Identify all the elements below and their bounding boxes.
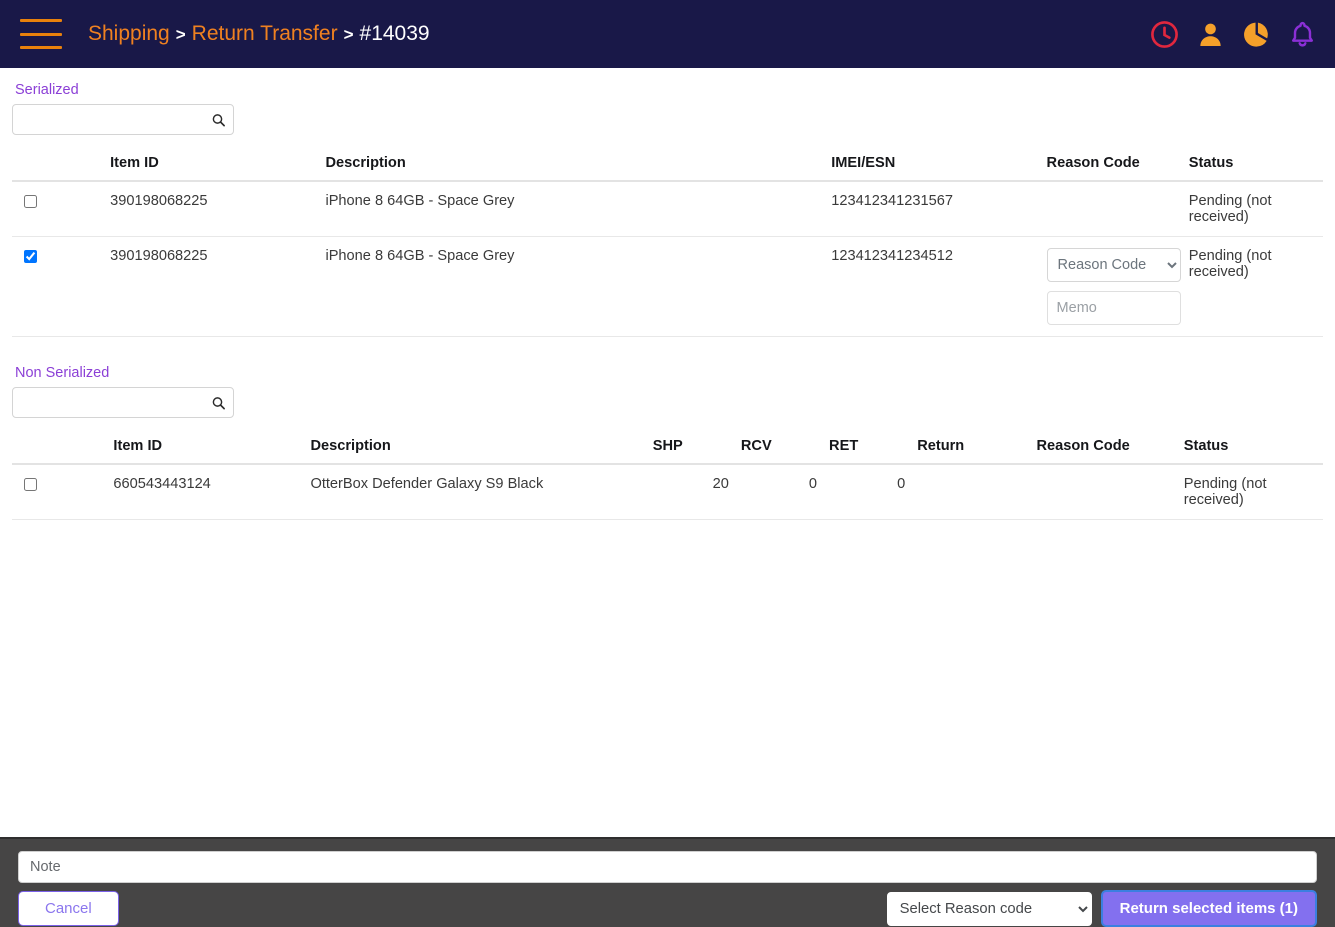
breadcrumb-current-id: #14039 bbox=[359, 22, 430, 45]
bell-icon[interactable] bbox=[1288, 20, 1317, 49]
row-item-id: 660543443124 bbox=[107, 464, 305, 520]
row-checkbox-cell bbox=[12, 236, 105, 337]
serialized-row-checkbox[interactable] bbox=[24, 195, 37, 208]
breadcrumb-separator: > bbox=[175, 25, 186, 44]
serialized-table: Item ID Description IMEI/ESN Reason Code… bbox=[12, 151, 1323, 337]
col-status: Status bbox=[1182, 151, 1323, 182]
row-return bbox=[911, 464, 1031, 520]
row-shp: 20 bbox=[646, 464, 735, 520]
row-reason-code bbox=[1030, 464, 1178, 520]
breadcrumb-item-return-transfer[interactable]: Return Transfer bbox=[192, 22, 338, 46]
row-checkbox-cell bbox=[12, 181, 105, 237]
table-row: 660543443124 OtterBox Defender Galaxy S9… bbox=[12, 464, 1323, 520]
pie-chart-icon[interactable] bbox=[1242, 20, 1271, 49]
breadcrumb-item-shipping[interactable]: Shipping bbox=[88, 22, 170, 46]
serialized-table-header-row: Item ID Description IMEI/ESN Reason Code… bbox=[12, 151, 1323, 182]
row-item-id: 390198068225 bbox=[104, 236, 320, 337]
non-serialized-table-header-row: Item ID Description SHP RCV RET Return R… bbox=[12, 434, 1323, 465]
note-input[interactable] bbox=[18, 851, 1317, 883]
row-ret: 0 bbox=[823, 464, 912, 520]
footer-reason-code-select[interactable]: Select Reason code bbox=[886, 891, 1092, 926]
non-serialized-search-input[interactable] bbox=[12, 387, 234, 418]
row-imei: 123412341234512 bbox=[825, 236, 1041, 337]
non-serialized-table: Item ID Description SHP RCV RET Return R… bbox=[12, 434, 1323, 520]
hamburger-menu-icon[interactable] bbox=[20, 19, 62, 49]
footer-button-row: Cancel Select Reason code Return selecte… bbox=[18, 890, 1317, 927]
col-item-id: Item ID bbox=[107, 434, 305, 465]
row-imei: 123412341231567 bbox=[825, 181, 1041, 237]
table-row: 390198068225 iPhone 8 64GB - Space Grey … bbox=[12, 181, 1323, 237]
col-item-id: Item ID bbox=[104, 151, 320, 182]
serialized-section-label: Serialized bbox=[15, 82, 79, 98]
col-reason-code: Reason Code bbox=[1030, 434, 1178, 465]
row-reason-code bbox=[1040, 181, 1183, 237]
col-rcv: RCV bbox=[734, 434, 824, 465]
serialized-search-wrapper bbox=[12, 104, 234, 135]
col-ret: RET bbox=[823, 434, 912, 465]
row-reason-code-select[interactable]: Reason Code bbox=[1046, 248, 1181, 282]
col-description: Description bbox=[319, 151, 826, 182]
col-checkbox bbox=[12, 151, 105, 182]
non-serialized-row-checkbox[interactable] bbox=[24, 478, 37, 491]
row-item-id: 390198068225 bbox=[104, 181, 320, 237]
row-memo-input[interactable] bbox=[1046, 291, 1181, 325]
non-serialized-search-wrapper bbox=[12, 387, 234, 418]
row-status: Pending (not received) bbox=[1182, 181, 1323, 237]
clock-icon[interactable] bbox=[1150, 20, 1179, 49]
col-return: Return bbox=[911, 434, 1031, 465]
serialized-row-checkbox[interactable] bbox=[24, 250, 37, 263]
breadcrumb: Shipping > Return Transfer > #14039 bbox=[88, 22, 430, 46]
header-icon-group bbox=[1150, 20, 1317, 49]
col-checkbox bbox=[12, 434, 108, 465]
hamburger-line bbox=[20, 32, 62, 36]
col-status: Status bbox=[1177, 434, 1323, 465]
top-header-bar: Shipping > Return Transfer > #14039 bbox=[0, 0, 1335, 68]
footer-action-bar: Cancel Select Reason code Return selecte… bbox=[0, 837, 1335, 927]
row-status: Pending (not received) bbox=[1177, 464, 1323, 520]
cancel-button[interactable]: Cancel bbox=[18, 891, 119, 926]
row-checkbox-cell bbox=[12, 464, 108, 520]
table-row: 390198068225 iPhone 8 64GB - Space Grey … bbox=[12, 236, 1323, 337]
row-rcv: 0 bbox=[734, 464, 824, 520]
main-content: Serialized Item ID Description IMEI/ESN … bbox=[0, 82, 1335, 520]
non-serialized-section-label: Non Serialized bbox=[15, 365, 110, 381]
row-status: Pending (not received) bbox=[1182, 236, 1323, 337]
return-selected-items-button[interactable]: Return selected items (1) bbox=[1100, 890, 1317, 927]
serialized-search-input[interactable] bbox=[12, 104, 234, 135]
footer-right-controls: Select Reason code Return selected items… bbox=[886, 890, 1317, 927]
row-reason-code-cell: Reason Code bbox=[1040, 236, 1183, 337]
hamburger-line bbox=[20, 19, 62, 22]
col-imei-esn: IMEI/ESN bbox=[825, 151, 1041, 182]
col-reason-code: Reason Code bbox=[1040, 151, 1183, 182]
breadcrumb-separator: > bbox=[343, 25, 354, 44]
row-description: OtterBox Defender Galaxy S9 Black bbox=[304, 464, 647, 520]
col-description: Description bbox=[304, 434, 647, 465]
hamburger-line bbox=[20, 46, 62, 49]
col-shp: SHP bbox=[646, 434, 735, 465]
row-description: iPhone 8 64GB - Space Grey bbox=[319, 236, 826, 337]
row-description: iPhone 8 64GB - Space Grey bbox=[319, 181, 826, 237]
user-icon[interactable] bbox=[1196, 20, 1225, 49]
